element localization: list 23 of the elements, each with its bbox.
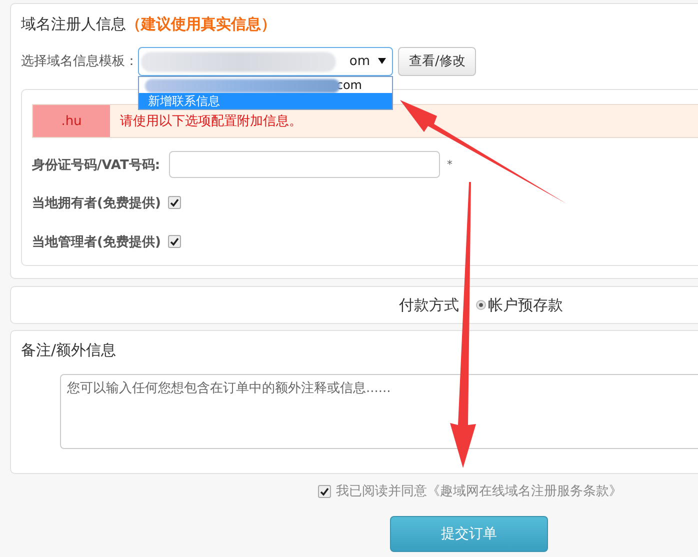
view-edit-button[interactable]: 查看/修改 [398,46,476,76]
checkbox[interactable] [318,484,331,498]
template-select[interactable]: om [138,46,393,76]
payment-option: 帐户预存款 [488,296,563,314]
option-label: 当地管理者(免费提供) [32,234,161,250]
checkbox[interactable] [168,196,181,209]
option-label: 当地拥有者(免费提供) [32,194,161,212]
id-field[interactable] [169,151,440,178]
notice-text: 请使用以下选项配置附加信息。 [119,113,302,131]
required-mark: * [447,158,452,171]
notes-field[interactable]: 您可以输入任何您想包含在订单中的额外注释或信息...... [60,374,698,449]
payment-label: 付款方式 [399,296,459,314]
caret-icon [378,58,386,64]
agreement-text: 我已阅读并同意《趣域网在线域名注册服务条款》 [336,483,622,500]
dropdown-option[interactable]: com [139,76,392,92]
template-label: 选择域名信息模板： [21,53,138,70]
section-title: 备注/额外信息 [21,341,118,361]
checkbox[interactable] [168,235,181,248]
section-title: 域名注册人信息 [21,14,126,34]
id-label: 身份证号码/VAT号码: [32,156,162,174]
tld-label: .hu [33,105,110,137]
radio-button[interactable] [476,300,486,310]
hint-text: （建议使用真实信息） [126,14,276,34]
